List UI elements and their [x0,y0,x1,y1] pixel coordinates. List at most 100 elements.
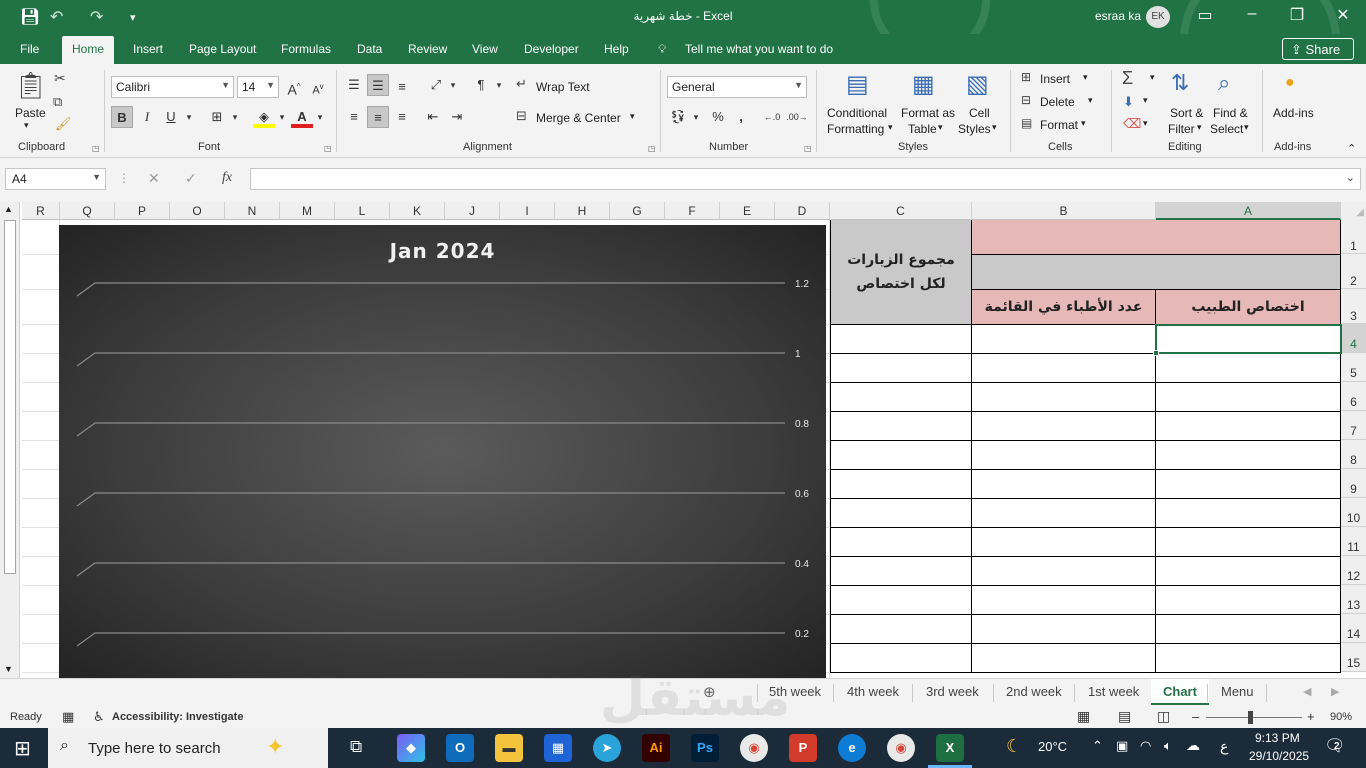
header-banner-row2[interactable] [972,255,1341,290]
table-cell-b11[interactable] [972,528,1156,557]
table-cell-a5[interactable] [1156,354,1341,383]
header-doctor-count[interactable]: عدد الأطباء في القائمة [972,290,1156,325]
decrease-font-icon[interactable]: Av [307,76,329,98]
column-header-a[interactable]: A [1156,202,1341,220]
table-cell-b10[interactable] [972,499,1156,528]
accessibility-status[interactable]: Accessibility: Investigate [112,711,243,723]
column-header-o[interactable]: O [170,202,225,220]
photoshop-icon[interactable]: Ps [691,734,719,762]
table-cell-b14[interactable] [972,615,1156,644]
accessibility-icon[interactable]: ♿︎ [93,709,105,725]
row-header-11[interactable]: 11 [1341,527,1366,556]
paste-icon[interactable]: 📋︎ [14,70,47,101]
table-cell-b6[interactable] [972,383,1156,412]
row-header-2[interactable]: 2 [1341,254,1366,289]
table-cell-c9[interactable] [830,470,972,499]
chevron-down-icon[interactable]: ▾ [685,106,707,128]
insert-cells-icon[interactable]: ⊞ [1021,70,1031,84]
column-header-e[interactable]: E [720,202,775,220]
table-cell-b15[interactable] [972,644,1156,673]
cut-icon[interactable]: ✂ [54,70,66,87]
table-cell-c7[interactable] [830,412,972,441]
increase-font-icon[interactable]: A^ [283,76,305,98]
wifi-icon[interactable]: ◠ [1140,738,1151,754]
autosum-icon[interactable]: Σ [1122,68,1133,89]
task-view-icon[interactable]: ⧉ [350,737,362,757]
scrollbar-thumb[interactable] [4,220,16,574]
table-cell-b13[interactable] [972,586,1156,615]
decrease-indent-icon[interactable]: ⇤ [422,106,444,128]
align-right-icon[interactable]: ≡ [391,106,413,128]
row-header-1[interactable]: 1 [1341,220,1366,254]
align-top-icon[interactable]: ☰ [343,74,365,96]
tab-insert[interactable]: Insert [133,42,163,56]
paste-button[interactable]: Paste [15,106,46,120]
page-break-view-icon[interactable]: ◫ [1157,708,1170,725]
cell-styles-button[interactable]: Cell [969,106,990,120]
increase-decimal-icon[interactable]: ←.0 [761,106,783,128]
fill-handle[interactable] [1153,350,1159,356]
column-header-h[interactable]: H [555,202,610,220]
sheet-tab-1st-week[interactable]: 1st week [1088,684,1139,699]
speaker-icon[interactable]: 🔈︎ [1164,738,1172,754]
align-middle-icon[interactable]: ☰ [367,74,389,96]
user-name[interactable]: esraa ka [1095,9,1141,23]
table-cell-a14[interactable] [1156,615,1341,644]
sheet-tab-chart[interactable]: Chart [1151,679,1209,705]
tray-chevron-icon[interactable]: ⌃ [1092,738,1103,754]
zoom-slider-thumb[interactable] [1248,711,1253,724]
column-header-r[interactable]: R [22,202,60,220]
column-header-m[interactable]: M [280,202,335,220]
table-cell-b4[interactable] [972,325,1156,354]
taskbar-search[interactable]: ⌕ Type here to search ✦ [48,728,328,768]
table-cell-b8[interactable] [972,441,1156,470]
collapse-ribbon-icon[interactable]: ⌃ [1347,142,1356,155]
row-header-13[interactable]: 13 [1341,585,1366,614]
table-cell-c8[interactable] [830,441,972,470]
formula-input[interactable]: ⌄ [250,168,1361,190]
tab-home[interactable]: Home [62,36,115,66]
column-header-b[interactable]: B [972,202,1156,220]
chevron-down-icon[interactable]: ▾ [1143,95,1148,106]
row-header-14[interactable]: 14 [1341,614,1366,643]
share-button[interactable]: ⇪ Share [1282,38,1354,60]
chevron-down-icon[interactable]: ▾ [224,106,246,128]
close-icon[interactable]: ✕ [1328,5,1358,25]
scroll-tabs-left-icon[interactable]: ◀ [1303,685,1311,698]
column-header-d[interactable]: D [775,202,830,220]
tab-help[interactable]: Help [604,42,629,56]
clipboard-launcher-icon[interactable]: ◳ [92,144,100,153]
sheet-tab-2nd-week[interactable]: 2nd week [1006,684,1062,699]
presenter-icon[interactable]: P [789,734,817,762]
decrease-decimal-icon[interactable]: .00→ [786,106,808,128]
chevron-down-icon[interactable]: ▾ [309,106,331,128]
clock-time[interactable]: 9:13 PM [1255,731,1300,745]
table-cell-a13[interactable] [1156,586,1341,615]
chevron-down-icon[interactable]: ▾ [1143,118,1148,129]
tab-data[interactable]: Data [357,42,382,56]
sheet-tab-4th-week[interactable]: 4th week [847,684,899,699]
fill-icon[interactable]: ⬇ [1123,94,1134,110]
notification-count[interactable]: 2 [1334,741,1340,752]
table-cell-a15[interactable] [1156,644,1341,673]
excel-taskbar-icon[interactable]: X [936,734,964,762]
sheet-tab-menu[interactable]: Menu [1221,684,1254,699]
table-cell-a6[interactable] [1156,383,1341,412]
paste-dropdown-icon[interactable]: ▾ [24,120,29,131]
delete-cells-icon[interactable]: ⊟ [1021,93,1031,107]
header-banner-row1[interactable] [972,220,1341,255]
table-cell-c15[interactable] [830,644,972,673]
row-header-6[interactable]: 6 [1341,382,1366,411]
select-all-corner[interactable]: ◢ [1341,202,1366,220]
store-icon[interactable]: ▦ [544,734,572,762]
font-name-combo[interactable]: Calibri ▼ [111,76,234,98]
wrap-text-icon[interactable]: ↵ [516,76,527,92]
cancel-icon[interactable]: ✕ [148,170,160,187]
sheet-tab-3rd-week[interactable]: 3rd week [926,684,979,699]
table-cell-c4[interactable] [830,325,972,354]
number-format-combo[interactable]: General ▼ [667,76,807,98]
telegram-icon[interactable]: ➤ [593,734,621,762]
alignment-launcher-icon[interactable]: ◳ [648,144,656,153]
maximize-icon[interactable]: ❐ [1282,5,1312,25]
search-icon[interactable]: ⌕ [1218,70,1230,96]
